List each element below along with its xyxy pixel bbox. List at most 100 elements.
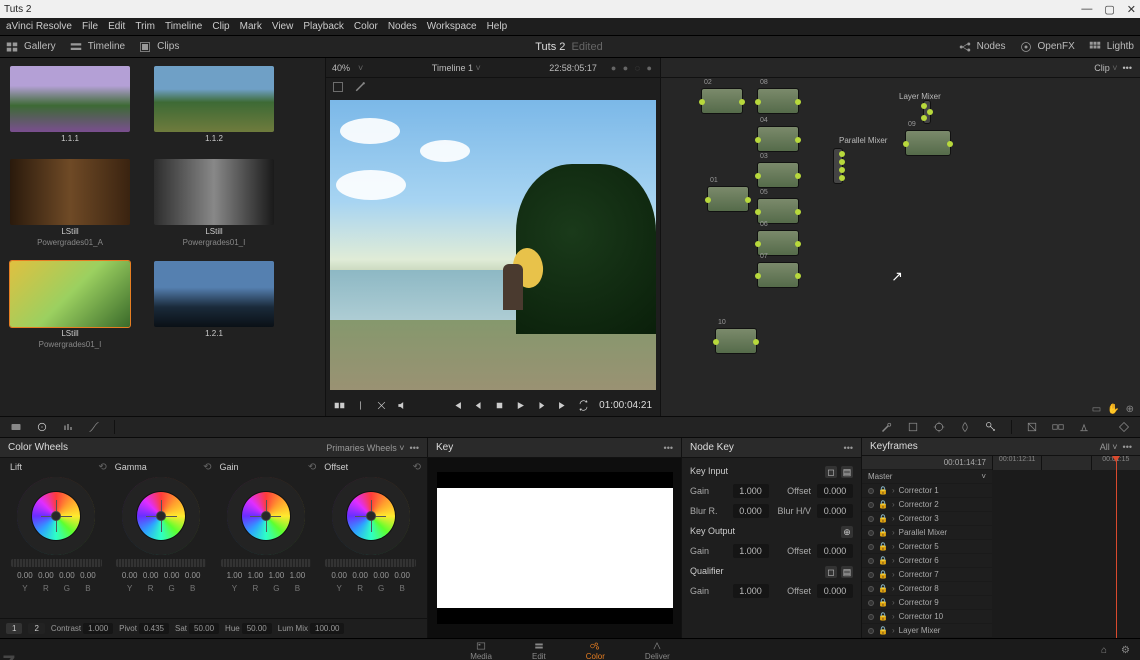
blur-icon[interactable] bbox=[959, 421, 971, 433]
viewer-mode-dots[interactable]: ● ● ◌ ● bbox=[611, 63, 654, 73]
first-frame-icon[interactable] bbox=[452, 400, 463, 411]
param-contrast[interactable]: Contrast1.000 bbox=[51, 623, 113, 634]
picker-icon[interactable] bbox=[332, 81, 344, 93]
param-sat[interactable]: Sat50.00 bbox=[175, 623, 219, 634]
unmix-icon[interactable] bbox=[376, 400, 387, 411]
split-icon[interactable] bbox=[355, 400, 366, 411]
color-node[interactable]: 08 bbox=[757, 88, 799, 114]
kf-track-row[interactable]: 🔒›Corrector 1 bbox=[862, 484, 992, 498]
color-node[interactable]: 04 bbox=[757, 126, 799, 152]
node-mode-select[interactable]: Clip ˅ ••• bbox=[1094, 63, 1132, 73]
page-media[interactable]: Media bbox=[470, 641, 492, 660]
param-pivot[interactable]: Pivot0.435 bbox=[119, 623, 169, 634]
menu-avinci-resolve[interactable]: aVinci Resolve bbox=[6, 21, 72, 32]
page-edit[interactable]: Edit bbox=[532, 641, 546, 660]
kf-track-row[interactable]: 🔒›Corrector 9 bbox=[862, 596, 992, 610]
menu-nodes[interactable]: Nodes bbox=[388, 21, 417, 32]
nk-value[interactable]: 0.000 bbox=[817, 484, 853, 498]
wheels-mode-select[interactable]: Primaries Wheels ˅ ••• bbox=[326, 443, 419, 453]
kf-track-row[interactable]: 🔒›Corrector 3 bbox=[862, 512, 992, 526]
color-node[interactable]: 01 bbox=[707, 186, 749, 212]
primaries-wheels-icon[interactable] bbox=[36, 421, 48, 433]
nk-value[interactable]: 0.000 bbox=[733, 504, 769, 518]
nk-value[interactable]: 0.000 bbox=[817, 584, 853, 598]
kf-track-row[interactable]: 🔒›Corrector 7 bbox=[862, 568, 992, 582]
sizing-icon[interactable] bbox=[1026, 421, 1038, 433]
menu-color[interactable]: Color bbox=[354, 21, 378, 32]
node-canvas[interactable]: Layer Mixer Parallel Mixer 0208040901030… bbox=[661, 78, 1140, 402]
kf-track-row[interactable]: 🔒›Corrector 10 bbox=[862, 610, 992, 624]
color-node[interactable]: 03 bbox=[757, 162, 799, 188]
kf-track-row[interactable]: 🔒›Corrector 8 bbox=[862, 582, 992, 596]
invert-icon[interactable]: ◻ bbox=[825, 466, 837, 478]
primaries-bars-icon[interactable] bbox=[62, 421, 74, 433]
home-icon[interactable]: ⌂ bbox=[1101, 645, 1107, 656]
stereo-icon[interactable] bbox=[1052, 421, 1064, 433]
key-icon[interactable] bbox=[985, 421, 997, 433]
nk-value[interactable]: 0.000 bbox=[817, 544, 853, 558]
loop-icon[interactable] bbox=[578, 400, 589, 411]
data-burn-icon[interactable] bbox=[1078, 421, 1090, 433]
reset-icon[interactable]: ⟲ bbox=[98, 462, 106, 473]
window-icon[interactable] bbox=[907, 421, 919, 433]
kf-track-row[interactable]: 🔒›Corrector 6 bbox=[862, 554, 992, 568]
gain-wheel[interactable] bbox=[227, 477, 305, 555]
reset-icon[interactable]: ⟲ bbox=[308, 462, 316, 473]
gallery-still[interactable]: 1.1.2 bbox=[154, 66, 274, 145]
play-icon[interactable] bbox=[515, 400, 526, 411]
viewer-zoom[interactable]: 40% bbox=[332, 63, 350, 73]
clips-toggle[interactable]: Clips bbox=[139, 41, 179, 53]
prev-frame-icon[interactable] bbox=[473, 400, 484, 411]
nk-value[interactable]: 1.000 bbox=[733, 544, 769, 558]
param-lummix[interactable]: Lum Mix100.00 bbox=[278, 623, 345, 634]
gallery-still[interactable]: LStillPowergrades01_I bbox=[10, 261, 130, 349]
kf-track-row[interactable]: 🔒›Parallel Mixer bbox=[862, 526, 992, 540]
lift-wheel[interactable] bbox=[17, 477, 95, 555]
last-frame-icon[interactable] bbox=[557, 400, 568, 411]
gallery-still[interactable]: LStillPowergrades01_A bbox=[10, 159, 130, 247]
kf-track-row[interactable]: 🔒›Layer Mixer bbox=[862, 624, 992, 638]
keyframes-filter[interactable]: All bbox=[1100, 442, 1110, 452]
mask-icon[interactable]: ▤ bbox=[841, 566, 853, 578]
settings-gear-icon[interactable]: ⚙ bbox=[1121, 645, 1130, 656]
reset-icon[interactable]: ⟲ bbox=[413, 462, 421, 473]
gamma-jog[interactable] bbox=[116, 559, 207, 567]
keyframe-timeline[interactable]: 00:01:12:1100:01:15 bbox=[992, 456, 1140, 638]
curves-icon[interactable] bbox=[88, 421, 100, 433]
nk-value[interactable]: 1.000 bbox=[733, 584, 769, 598]
invert-icon[interactable]: ◻ bbox=[825, 566, 837, 578]
lift-jog[interactable] bbox=[11, 559, 102, 567]
menu-workspace[interactable]: Workspace bbox=[427, 21, 477, 32]
menu-clip[interactable]: Clip bbox=[212, 21, 229, 32]
offset-wheel[interactable] bbox=[332, 477, 410, 555]
gallery-toggle[interactable]: Gallery bbox=[6, 41, 56, 53]
gamma-wheel[interactable] bbox=[122, 477, 200, 555]
qualifier-icon[interactable] bbox=[881, 421, 893, 433]
color-node[interactable]: 10 bbox=[715, 328, 757, 354]
menu-playback[interactable]: Playback bbox=[303, 21, 344, 32]
nk-value[interactable]: 0.000 bbox=[817, 504, 853, 518]
node-thumb-icon[interactable]: ▭ bbox=[1092, 404, 1101, 415]
keyframe-mode-icon[interactable] bbox=[1118, 421, 1130, 433]
key-viewer[interactable] bbox=[428, 458, 681, 638]
maximize-button[interactable]: ▢ bbox=[1104, 3, 1114, 16]
lightbox-toggle[interactable]: Lightb bbox=[1089, 41, 1134, 53]
menu-view[interactable]: View bbox=[272, 21, 294, 32]
node-zoom-icon[interactable]: ⊕ bbox=[1126, 404, 1134, 415]
stop-icon[interactable] bbox=[494, 400, 505, 411]
menu-edit[interactable]: Edit bbox=[108, 21, 125, 32]
keyframe-playhead[interactable] bbox=[1116, 456, 1117, 638]
link-icon[interactable]: ⊕ bbox=[841, 526, 853, 538]
color-node[interactable]: 07 bbox=[757, 262, 799, 288]
page-deliver[interactable]: Deliver bbox=[645, 641, 670, 660]
reset-icon[interactable]: ⟲ bbox=[203, 462, 211, 473]
parallel-mixer-node[interactable] bbox=[833, 148, 843, 184]
gain-jog[interactable] bbox=[221, 559, 312, 567]
menu-trim[interactable]: Trim bbox=[135, 21, 155, 32]
close-button[interactable]: ✕ bbox=[1127, 3, 1136, 16]
kf-master-row[interactable]: Master˅ bbox=[862, 470, 992, 484]
color-node[interactable]: 09 bbox=[905, 130, 951, 156]
kf-track-row[interactable]: 🔒›Corrector 5 bbox=[862, 540, 992, 554]
bypass-icon[interactable] bbox=[334, 400, 345, 411]
tracker-icon[interactable] bbox=[933, 421, 945, 433]
